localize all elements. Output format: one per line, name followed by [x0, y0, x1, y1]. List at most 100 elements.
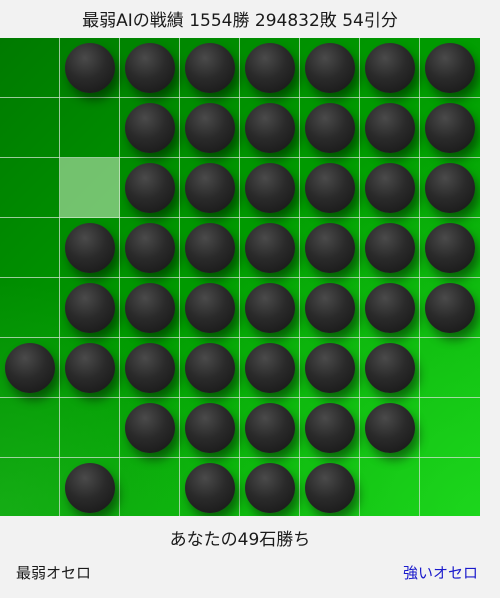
black-stone — [305, 283, 355, 333]
othello-board[interactable] — [0, 38, 480, 516]
board-cell[interactable] — [60, 398, 120, 458]
black-stone — [65, 43, 115, 93]
board-cell[interactable] — [120, 458, 180, 516]
board-cell[interactable] — [0, 398, 60, 458]
black-stone — [185, 463, 235, 513]
black-stone — [245, 403, 295, 453]
black-stone — [305, 403, 355, 453]
black-stone — [425, 283, 475, 333]
black-stone — [305, 103, 355, 153]
black-stone — [245, 223, 295, 273]
record-label: 最弱AIの戦績 — [82, 10, 184, 31]
board-cell[interactable] — [240, 98, 300, 158]
weakest-othello-link[interactable]: 最弱オセロ — [16, 562, 91, 583]
board-cell[interactable] — [60, 38, 120, 98]
board-cell[interactable] — [420, 278, 480, 338]
black-stone — [65, 343, 115, 393]
board-cell[interactable] — [420, 398, 480, 458]
board-cell[interactable] — [180, 338, 240, 398]
board-cell[interactable] — [0, 38, 60, 98]
board-cell[interactable] — [240, 158, 300, 218]
board-cell[interactable] — [360, 398, 420, 458]
black-stone — [125, 103, 175, 153]
black-stone — [305, 163, 355, 213]
board-cell[interactable] — [300, 338, 360, 398]
board-cell[interactable] — [360, 338, 420, 398]
board-cell[interactable] — [420, 158, 480, 218]
board-cell[interactable] — [120, 38, 180, 98]
board-cell[interactable] — [60, 218, 120, 278]
black-stone — [185, 283, 235, 333]
board-cell[interactable] — [240, 398, 300, 458]
board-cell[interactable] — [300, 278, 360, 338]
board-cell[interactable] — [420, 338, 480, 398]
board-cell[interactable] — [300, 98, 360, 158]
board-cell[interactable] — [180, 158, 240, 218]
board-cell[interactable] — [120, 158, 180, 218]
record-header: 最弱AIの戦績 1554勝 294832敗 54引分 — [0, 0, 480, 36]
board-cell[interactable] — [300, 398, 360, 458]
board-cell[interactable] — [120, 338, 180, 398]
board-cell[interactable] — [120, 218, 180, 278]
black-stone — [245, 283, 295, 333]
board-cell[interactable] — [420, 458, 480, 516]
board-cell[interactable] — [180, 278, 240, 338]
board-cell[interactable] — [360, 278, 420, 338]
board-cell[interactable] — [300, 38, 360, 98]
board-cell[interactable] — [360, 98, 420, 158]
black-stone — [305, 463, 355, 513]
board-cell-highlighted[interactable] — [60, 158, 120, 218]
board-cell[interactable] — [180, 218, 240, 278]
board-cell[interactable] — [120, 98, 180, 158]
black-stone — [365, 343, 415, 393]
black-stone — [185, 343, 235, 393]
black-stone — [245, 43, 295, 93]
board-cell[interactable] — [240, 218, 300, 278]
board-cell[interactable] — [240, 278, 300, 338]
board-cell[interactable] — [0, 278, 60, 338]
black-stone — [125, 43, 175, 93]
black-stone — [365, 43, 415, 93]
black-stone — [425, 103, 475, 153]
black-stone — [245, 343, 295, 393]
board-cell[interactable] — [240, 338, 300, 398]
black-stone — [125, 163, 175, 213]
board-cell[interactable] — [180, 458, 240, 516]
board-cell[interactable] — [60, 98, 120, 158]
black-stone — [185, 223, 235, 273]
board-cell[interactable] — [60, 278, 120, 338]
board-cell[interactable] — [0, 338, 60, 398]
board-cell[interactable] — [240, 458, 300, 516]
black-stone — [185, 163, 235, 213]
board-cell[interactable] — [0, 218, 60, 278]
board-cell[interactable] — [360, 158, 420, 218]
board-cell[interactable] — [180, 98, 240, 158]
board-cell[interactable] — [0, 458, 60, 516]
board-cell[interactable] — [420, 218, 480, 278]
board-cell[interactable] — [360, 218, 420, 278]
board-cell[interactable] — [60, 338, 120, 398]
board-cell[interactable] — [180, 38, 240, 98]
black-stone — [365, 403, 415, 453]
record-wins: 1554勝 — [189, 10, 250, 31]
board-cell[interactable] — [420, 38, 480, 98]
record-losses: 294832敗 — [254, 10, 337, 31]
black-stone — [305, 343, 355, 393]
board-cell[interactable] — [240, 38, 300, 98]
board-cell[interactable] — [300, 158, 360, 218]
board-cell[interactable] — [300, 458, 360, 516]
black-stone — [185, 403, 235, 453]
strong-othello-link[interactable]: 強いオセロ — [403, 562, 478, 583]
board-cell[interactable] — [420, 98, 480, 158]
board-cell[interactable] — [360, 38, 420, 98]
board-cell[interactable] — [0, 158, 60, 218]
board-cell[interactable] — [120, 278, 180, 338]
board-cell[interactable] — [180, 398, 240, 458]
record-draws: 54引分 — [342, 10, 398, 31]
board-cell[interactable] — [0, 98, 60, 158]
board-cell[interactable] — [120, 398, 180, 458]
board-cell[interactable] — [360, 458, 420, 516]
black-stone — [125, 403, 175, 453]
board-cell[interactable] — [60, 458, 120, 516]
board-cell[interactable] — [300, 218, 360, 278]
